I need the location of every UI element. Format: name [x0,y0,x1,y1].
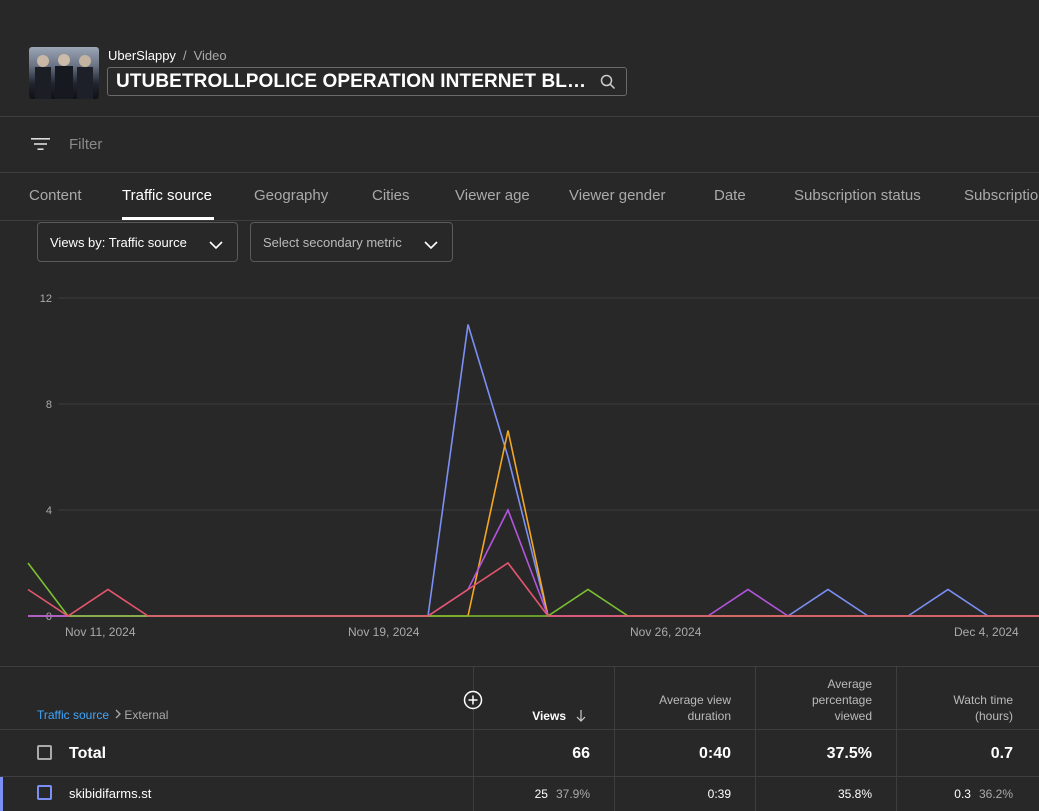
y-tick-label: 8 [46,399,52,411]
filter-bar: Filter [0,117,1039,173]
row-avg-view-duration: 0:39 [707,787,731,801]
total-avg-pct-viewed: 37.5% [826,745,872,762]
breadcrumb-section: Video [193,48,227,63]
series-line [28,508,1039,617]
series-line [27,561,1039,617]
y-tick-label: 4 [46,505,52,517]
filter-icon[interactable] [31,136,51,157]
x-tick-label: Nov 26, 2024 [630,625,702,639]
breadcrumb-current: External [124,708,169,722]
page-header: UberSlappy / Video UTUBETROLLPOLICE OPERAT… [0,0,1039,117]
search-icon[interactable] [600,74,616,95]
row-views-value: 25 [534,787,548,801]
avg-view-duration-header[interactable]: Average view duration [640,692,731,724]
active-tab-indicator [122,217,214,220]
total-checkbox[interactable] [37,745,52,760]
avg-pct-viewed-header[interactable]: Average percentage viewed [782,676,872,724]
views-by-label: Views by: Traffic source [50,235,187,250]
total-avg-view-duration: 0:40 [698,745,731,762]
x-tick-label: Dec 4, 2024 [954,625,1019,639]
table-divider [0,666,1039,667]
row-divider [0,729,1039,730]
thumbnail-figures [35,54,93,99]
row-checkbox[interactable] [37,785,52,800]
views-column-header[interactable]: Views [480,708,566,724]
tab-content[interactable]: Content [29,187,82,204]
tab-viewer-age[interactable]: Viewer age [455,187,530,204]
x-tick-label: Nov 11, 2024 [65,625,136,639]
breadcrumb-separator: / [182,48,187,63]
video-thumbnail[interactable] [29,47,99,99]
column-divider [755,667,756,811]
watch-time-header[interactable]: Watch time (hours) [925,692,1013,724]
x-tick-label: Nov 19, 2024 [348,625,420,639]
video-selector[interactable]: UTUBETROLLPOLICE OPERATION INTERNET BLAC… [107,67,627,96]
total-watch-time: 0.7 [990,745,1013,762]
traffic-source-link[interactable]: Traffic source [37,708,109,722]
row-views: 25 37.9% [480,787,590,801]
tab-geography[interactable]: Geography [254,187,328,204]
total-label: Total [69,745,107,762]
y-tick-label: 0 [46,611,52,623]
chevron-down-icon [424,237,438,255]
chevron-right-icon [112,708,124,722]
tab-subscription-source[interactable]: Subscription source [964,187,1039,204]
row-watch-time-pct: 36.2% [978,787,1013,801]
sort-arrow-down-icon[interactable] [576,709,586,727]
series-color-marker [0,777,3,811]
y-tick-label: 12 [40,293,52,305]
chevron-down-icon [209,237,223,255]
series-line [28,324,1039,617]
secondary-metric-dropdown[interactable]: Select secondary metric [250,222,453,262]
series-line [28,430,1039,617]
tab-cities[interactable]: Cities [372,187,410,204]
total-views: 66 [572,745,590,762]
tab-date[interactable]: Date [714,187,746,204]
filter-input[interactable]: Filter [69,136,102,153]
row-avg-pct-viewed: 35.8% [837,787,872,801]
row-watch-time: 0.3 36.2% [903,787,1013,801]
dimension-tabs: Content Traffic source Geography Cities … [0,173,1039,221]
series-line [27,562,1039,617]
channel-name[interactable]: UberSlappy [108,48,176,63]
column-divider [896,667,897,811]
secondary-metric-label: Select secondary metric [263,235,402,250]
column-divider [473,667,474,811]
table-breadcrumb: Traffic source External [37,708,168,722]
breadcrumb: UberSlappy / Video [108,48,227,63]
views-by-dropdown[interactable]: Views by: Traffic source [37,222,238,262]
tab-viewer-gender[interactable]: Viewer gender [569,187,665,204]
video-title: UTUBETROLLPOLICE OPERATION INTERNET BLAC… [116,71,592,92]
row-watch-time-value: 0.3 [954,787,971,801]
row-divider [0,776,1039,777]
traffic-chart: 0 4 8 12 Nov 11, 2024 Nov 19, 2024 Nov 26, 202… [27,293,1039,639]
tab-traffic-source[interactable]: Traffic source [122,187,212,204]
row-views-pct: 37.9% [555,787,590,801]
row-label[interactable]: skibidifarms.st [69,786,151,801]
column-divider [614,667,615,811]
tab-subscription-status[interactable]: Subscription status [794,187,921,204]
